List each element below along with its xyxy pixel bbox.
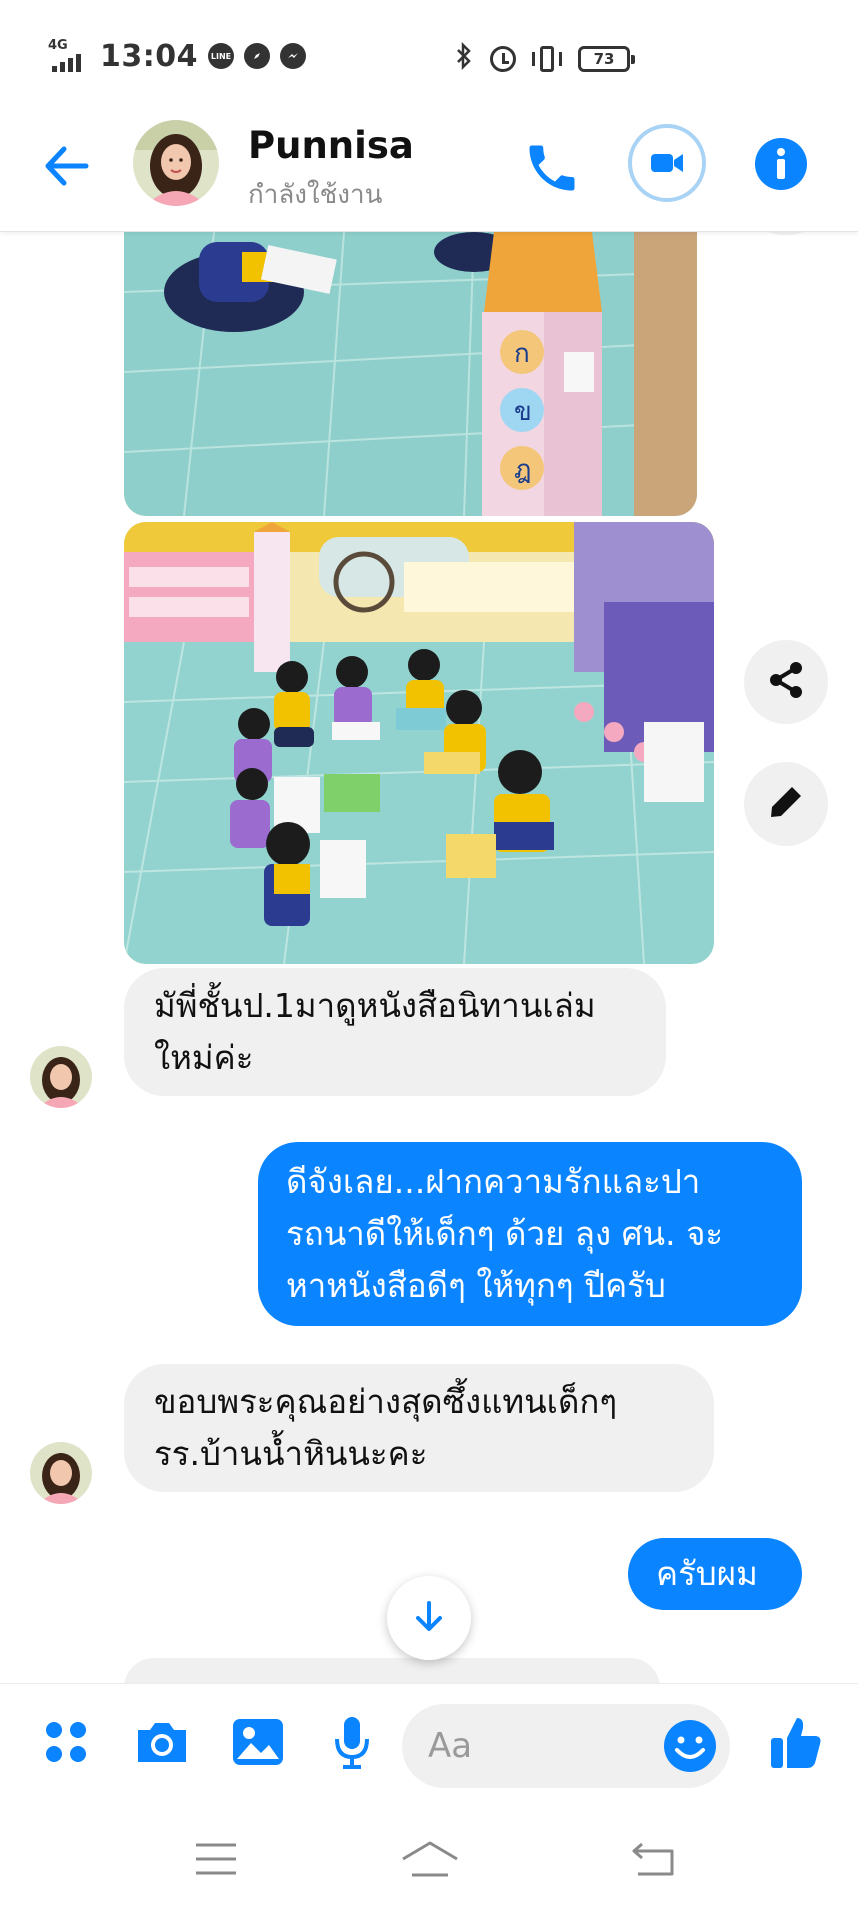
edit-icon bbox=[768, 784, 804, 824]
svg-text:ฎ: ฎ bbox=[514, 455, 531, 485]
share-icon bbox=[766, 660, 806, 704]
shared-photo-1[interactable]: ก ข ฎ bbox=[124, 232, 697, 516]
share-button[interactable] bbox=[744, 640, 828, 724]
incoming-message[interactable]: มัพี่ชั้นป.1มาดูหนังสือนิทานเล่ม ใหม่ค่ะ bbox=[124, 968, 666, 1096]
menu-icon[interactable] bbox=[186, 1837, 246, 1881]
message-line: มัพี่ชั้นป.1มาดูหนังสือนิทานเล่ม bbox=[154, 986, 596, 1025]
contact-name: Punnisa bbox=[248, 124, 414, 167]
clock: 13:04 bbox=[100, 38, 198, 74]
svg-text:ก: ก bbox=[514, 339, 530, 369]
message-line: ขอบพระคุณอย่างสุดซึ้งแทนเด็กๆ bbox=[154, 1382, 618, 1421]
status-bar: 4G 13:04 LINE 73 bbox=[0, 0, 858, 110]
outgoing-message[interactable]: ดีจังเลย...ฝากความรักและปา รถนาดีให้เด็ก… bbox=[258, 1142, 802, 1326]
status-right: 73 bbox=[454, 41, 635, 75]
bluetooth-icon bbox=[454, 41, 474, 75]
shared-photo-2[interactable] bbox=[124, 522, 714, 964]
back-icon[interactable] bbox=[624, 1837, 684, 1881]
thumbs-up-icon[interactable] bbox=[766, 1712, 826, 1772]
home-icon[interactable] bbox=[400, 1837, 460, 1881]
message-line: รถนาดีให้เด็กๆ ด้วย ลุง ศน. จะ bbox=[286, 1214, 724, 1253]
chat-header: Punnisa กำลังใช้งาน bbox=[0, 110, 858, 232]
messenger-icon bbox=[280, 43, 306, 69]
contact-status: กำลังใช้งาน bbox=[248, 180, 383, 210]
sender-avatar[interactable] bbox=[30, 1046, 92, 1108]
message-input[interactable] bbox=[428, 1704, 648, 1788]
incoming-message[interactable]: ขอบพระคุณอย่างสุดซึ้งแทนเด็กๆ รร.บ้านน้ำ… bbox=[124, 1364, 714, 1492]
message-input-field[interactable] bbox=[402, 1704, 730, 1788]
message-line: รร.บ้านน้ำหินนะคะ bbox=[154, 1434, 428, 1473]
arrow-down-icon bbox=[411, 1598, 447, 1638]
apps-icon[interactable] bbox=[36, 1712, 96, 1772]
network-type: 4G bbox=[48, 38, 68, 53]
outgoing-message[interactable]: ครับผม bbox=[628, 1538, 802, 1610]
scroll-to-bottom-button[interactable] bbox=[387, 1576, 471, 1660]
back-arrow-icon[interactable] bbox=[40, 140, 92, 192]
message-line: หาหนังสือดีๆ ให้ทุกๆ ปีครับ bbox=[286, 1266, 666, 1305]
microphone-icon[interactable] bbox=[322, 1712, 382, 1772]
messenger-chat-screen: 4G 13:04 LINE 73 Punnisa กำลังใช้งาน ก ข… bbox=[0, 0, 858, 1907]
system-navigation-bar bbox=[0, 1807, 858, 1907]
contact-avatar[interactable] bbox=[133, 120, 219, 206]
camera-icon[interactable] bbox=[132, 1712, 192, 1772]
message-line: ใหม่ค่ะ bbox=[154, 1038, 254, 1077]
video-call-button[interactable] bbox=[628, 124, 706, 202]
compass-icon bbox=[244, 43, 270, 69]
vibrate-icon bbox=[532, 45, 562, 72]
sender-avatar[interactable] bbox=[30, 1442, 92, 1504]
edit-button[interactable] bbox=[744, 762, 828, 846]
video-camera-icon bbox=[638, 134, 696, 192]
message-line: ดีจังเลย...ฝากความรักและปา bbox=[286, 1162, 701, 1201]
gallery-icon[interactable] bbox=[228, 1712, 288, 1772]
info-icon[interactable] bbox=[755, 138, 807, 190]
emoji-icon[interactable] bbox=[660, 1716, 720, 1776]
status-left: 4G 13:04 LINE bbox=[48, 38, 306, 74]
battery-icon: 73 bbox=[578, 45, 635, 72]
message-line: ครับผม bbox=[656, 1554, 758, 1593]
message-composer bbox=[0, 1683, 858, 1807]
svg-text:ข: ข bbox=[514, 397, 532, 427]
phone-icon[interactable] bbox=[522, 138, 582, 198]
signal-icon: 4G bbox=[48, 38, 90, 74]
alarm-icon bbox=[490, 45, 516, 72]
line-icon: LINE bbox=[208, 43, 234, 69]
